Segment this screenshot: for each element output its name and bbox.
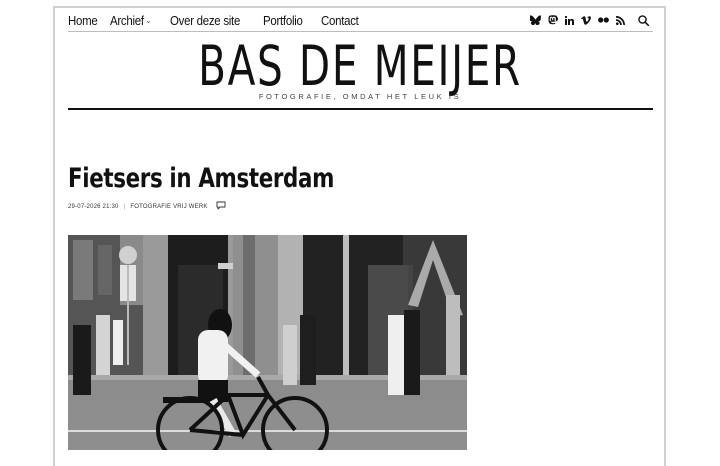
flickr-icon[interactable] — [598, 17, 609, 23]
post-categories[interactable]: FOTOGRAFIE VRIJ WERK — [130, 204, 207, 210]
header-divider — [68, 108, 653, 110]
chevron-down-icon: ⌄ — [146, 15, 152, 25]
post-date: 29-07-2026 21:30 — [68, 203, 119, 210]
meta-separator: | — [123, 203, 126, 210]
social-links — [530, 14, 649, 26]
nav-over-deze-site[interactable]: Over deze site — [170, 13, 240, 28]
nav-home[interactable]: Home — [68, 13, 98, 28]
mastodon-icon[interactable] — [548, 15, 558, 25]
search-icon[interactable] — [638, 14, 649, 26]
site-tagline: FOTOGRAFIE, OMDAT HET LEUK IS — [258, 92, 462, 101]
rss-icon[interactable] — [616, 15, 625, 25]
top-navigation-bar: Home Archief ⌄ Over deze site Portfolio … — [68, 8, 653, 32]
post-featured-photo[interactable] — [68, 235, 467, 450]
nav-archief-label: Archief — [110, 12, 145, 28]
nav-archief[interactable]: Archief ⌄ — [110, 13, 151, 28]
linkedin-icon[interactable] — [565, 15, 574, 25]
bluesky-icon[interactable] — [530, 15, 541, 25]
vimeo-icon[interactable] — [581, 15, 591, 25]
post-meta: 29-07-2026 21:30 | FOTOGRAFIE VRIJ WERK — [68, 201, 226, 212]
nav-contact[interactable]: Contact — [321, 13, 359, 28]
comment-icon[interactable] — [216, 201, 226, 212]
main-menu: Home Archief ⌄ Over deze site Portfolio … — [68, 8, 364, 32]
post-title[interactable]: Fietsers in Amsterdam — [68, 163, 334, 194]
nav-portfolio[interactable]: Portfolio — [263, 13, 303, 28]
street-photo-image — [68, 235, 467, 450]
